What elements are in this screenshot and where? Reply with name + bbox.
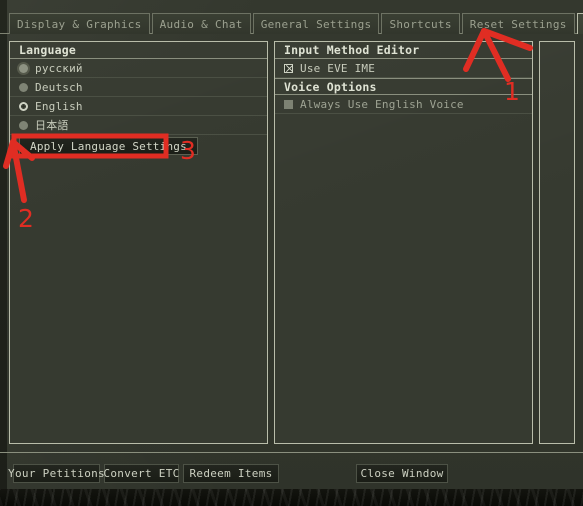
- tab-reset-settings[interactable]: Reset Settings: [461, 13, 575, 34]
- language-option-japanese[interactable]: 日本語: [10, 116, 267, 135]
- language-panel: Language русский Deutsch English 日本語 App…: [9, 41, 268, 444]
- eve-settings-screen: Display & Graphics Audio & Chat General …: [0, 0, 583, 506]
- option-label: Always Use English Voice: [300, 97, 464, 111]
- tab-display-graphics[interactable]: Display & Graphics: [9, 13, 150, 34]
- radio-icon[interactable]: [19, 82, 28, 92]
- option-label: Deutsch: [35, 80, 83, 94]
- tab-label: Reset Settings: [469, 17, 567, 31]
- option-always-use-english-voice[interactable]: Always Use English Voice: [275, 95, 532, 114]
- language-option-english[interactable]: English: [10, 97, 267, 116]
- your-petitions-button[interactable]: Your Petitions: [8, 464, 105, 483]
- option-label: русский: [35, 61, 83, 75]
- convert-etc-button[interactable]: Convert ETC: [103, 464, 179, 483]
- tab-label: Shortcuts: [389, 17, 452, 31]
- tab-label: General Settings: [260, 17, 372, 31]
- overflow-panel: [539, 41, 575, 444]
- close-window-button[interactable]: Close Window: [356, 464, 448, 483]
- apply-language-settings-button[interactable]: Apply Language Settings: [19, 137, 198, 155]
- option-label: Use EVE IME: [300, 61, 376, 75]
- settings-panels: Language русский Deutsch English 日本語 App…: [9, 41, 575, 444]
- language-option-deutsch[interactable]: Deutsch: [10, 78, 267, 97]
- option-use-eve-ime[interactable]: Use EVE IME: [275, 59, 532, 78]
- tab-general-settings[interactable]: General Settings: [252, 13, 380, 34]
- radio-icon[interactable]: [19, 63, 28, 73]
- settings-tabbar: Display & Graphics Audio & Chat General …: [9, 13, 583, 34]
- tab-label: Display & Graphics: [17, 17, 142, 31]
- redeem-items-button[interactable]: Redeem Items: [183, 464, 279, 483]
- settings-window: Display & Graphics Audio & Chat General …: [0, 0, 583, 489]
- language-panel-header: Language: [10, 42, 267, 59]
- ime-panel-header: Input Method Editor: [275, 42, 532, 59]
- tab-language[interactable]: Language: [576, 13, 583, 34]
- language-option-russian[interactable]: русский: [10, 59, 267, 78]
- bottom-button-bar: Your Petitions Convert ETC Redeem Items …: [0, 453, 583, 489]
- checkbox-disabled-icon: [284, 99, 293, 109]
- tab-shortcuts[interactable]: Shortcuts: [381, 13, 460, 34]
- radio-icon[interactable]: [19, 120, 28, 130]
- checkbox-checked-icon[interactable]: [284, 63, 293, 73]
- tab-audio-chat[interactable]: Audio & Chat: [151, 13, 251, 34]
- tab-label: Audio & Chat: [159, 17, 243, 31]
- option-label: 日本語: [35, 119, 69, 132]
- option-label: English: [35, 99, 83, 113]
- radio-selected-icon[interactable]: [19, 101, 28, 111]
- input-method-editor-panel: Input Method Editor Use EVE IME Voice Op…: [274, 41, 533, 444]
- voice-options-header: Voice Options: [275, 78, 532, 95]
- window-left-edge: [0, 0, 7, 489]
